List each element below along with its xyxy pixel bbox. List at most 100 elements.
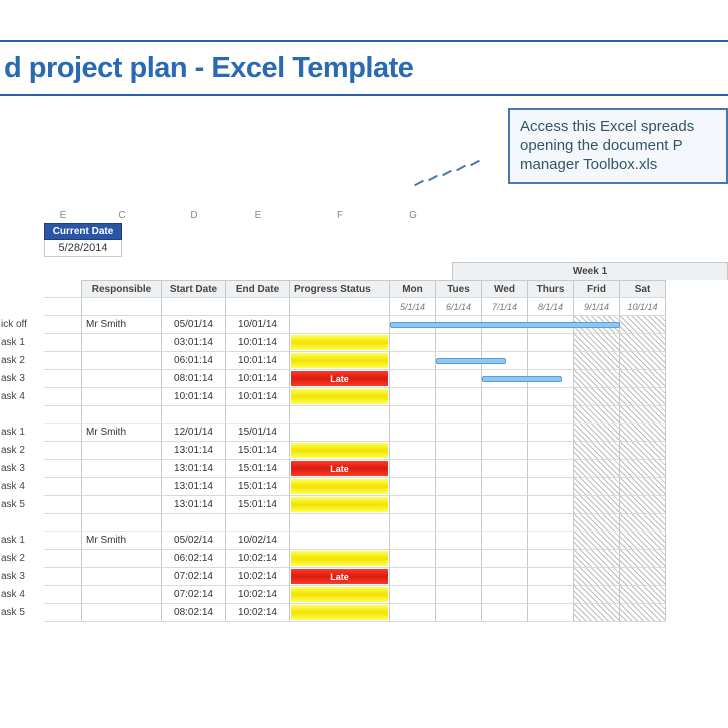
calendar-cell[interactable]: [620, 604, 666, 622]
calendar-cell[interactable]: [528, 334, 574, 352]
calendar-cell[interactable]: [574, 478, 620, 496]
calendar-cell[interactable]: [482, 550, 528, 568]
table-row[interactable]: 10:01:1410:01:14: [44, 388, 728, 406]
task-name-cell[interactable]: ask 2: [0, 550, 42, 568]
calendar-cell[interactable]: [390, 352, 436, 370]
progress-cell[interactable]: Late: [290, 370, 390, 388]
calendar-cell[interactable]: [436, 442, 482, 460]
table-row[interactable]: 07:02:1410:02:14: [44, 586, 728, 604]
calendar-cell[interactable]: [620, 316, 666, 334]
table-row[interactable]: 03:01:1410:01:14: [44, 334, 728, 352]
calendar-cell[interactable]: [574, 442, 620, 460]
gantt-bar[interactable]: [482, 376, 562, 382]
calendar-cell[interactable]: [482, 442, 528, 460]
end-date-cell[interactable]: 10:01:14: [226, 352, 290, 370]
start-date-cell[interactable]: 10:01:14: [162, 388, 226, 406]
calendar-cell[interactable]: [436, 568, 482, 586]
calendar-cell[interactable]: [436, 604, 482, 622]
calendar-cell[interactable]: [528, 478, 574, 496]
calendar-cell[interactable]: [390, 550, 436, 568]
start-date-cell[interactable]: 06:02:14: [162, 550, 226, 568]
responsible-cell[interactable]: [82, 586, 162, 604]
calendar-cell[interactable]: [390, 532, 436, 550]
progress-cell[interactable]: [290, 334, 390, 352]
task-name-cell[interactable]: ask 3: [0, 568, 42, 586]
calendar-cell[interactable]: [620, 334, 666, 352]
calendar-cell[interactable]: [390, 424, 436, 442]
progress-cell[interactable]: [290, 550, 390, 568]
calendar-cell[interactable]: [390, 568, 436, 586]
task-name-cell[interactable]: ask 4: [0, 478, 42, 496]
responsible-cell[interactable]: [82, 496, 162, 514]
calendar-cell[interactable]: [574, 550, 620, 568]
calendar-cell[interactable]: [390, 586, 436, 604]
calendar-cell[interactable]: [620, 496, 666, 514]
task-name-cell[interactable]: ick off: [0, 316, 42, 334]
calendar-cell[interactable]: [528, 460, 574, 478]
calendar-cell[interactable]: [390, 370, 436, 388]
start-date-cell[interactable]: 07:02:14: [162, 586, 226, 604]
end-date-cell[interactable]: 10:02:14: [226, 586, 290, 604]
calendar-cell[interactable]: [390, 334, 436, 352]
responsible-cell[interactable]: [82, 604, 162, 622]
calendar-cell[interactable]: [528, 496, 574, 514]
start-date-cell[interactable]: 13:01:14: [162, 478, 226, 496]
calendar-cell[interactable]: [528, 442, 574, 460]
responsible-cell[interactable]: [82, 550, 162, 568]
calendar-cell[interactable]: [436, 460, 482, 478]
calendar-cell[interactable]: [436, 550, 482, 568]
table-row[interactable]: Mr Smith12/01/1415/01/14: [44, 424, 728, 442]
responsible-cell[interactable]: [82, 442, 162, 460]
start-date-cell[interactable]: 03:01:14: [162, 334, 226, 352]
start-date-cell[interactable]: 08:01:14: [162, 370, 226, 388]
calendar-cell[interactable]: [390, 442, 436, 460]
responsible-cell[interactable]: [82, 370, 162, 388]
responsible-cell[interactable]: Mr Smith: [82, 316, 162, 334]
calendar-cell[interactable]: [436, 334, 482, 352]
progress-cell[interactable]: [290, 388, 390, 406]
start-date-cell[interactable]: 06:01:14: [162, 352, 226, 370]
calendar-cell[interactable]: [620, 424, 666, 442]
calendar-cell[interactable]: [436, 532, 482, 550]
table-row[interactable]: 07:02:1410:02:14Late: [44, 568, 728, 586]
calendar-cell[interactable]: [620, 550, 666, 568]
calendar-cell[interactable]: [574, 370, 620, 388]
task-name-cell[interactable]: ask 3: [0, 370, 42, 388]
calendar-cell[interactable]: [574, 532, 620, 550]
progress-cell[interactable]: [290, 424, 390, 442]
calendar-cell[interactable]: [390, 388, 436, 406]
col-header-progress[interactable]: Progress Status: [290, 280, 390, 298]
calendar-cell[interactable]: [390, 460, 436, 478]
progress-cell[interactable]: [290, 352, 390, 370]
end-date-cell[interactable]: 15/01/14: [226, 424, 290, 442]
calendar-cell[interactable]: [620, 568, 666, 586]
end-date-cell[interactable]: 10:01:14: [226, 370, 290, 388]
progress-cell[interactable]: [290, 532, 390, 550]
task-name-cell[interactable]: ask 1: [0, 424, 42, 442]
gantt-bar[interactable]: [390, 322, 620, 328]
calendar-cell[interactable]: [574, 388, 620, 406]
end-date-cell[interactable]: 10:02:14: [226, 568, 290, 586]
task-name-cell[interactable]: ask 1: [0, 334, 42, 352]
calendar-cell[interactable]: [482, 586, 528, 604]
start-date-cell[interactable]: 12/01/14: [162, 424, 226, 442]
calendar-cell[interactable]: [528, 532, 574, 550]
responsible-cell[interactable]: [82, 352, 162, 370]
task-name-cell[interactable]: ask 1: [0, 532, 42, 550]
calendar-cell[interactable]: [574, 334, 620, 352]
progress-cell[interactable]: Late: [290, 460, 390, 478]
progress-cell[interactable]: [290, 316, 390, 334]
end-date-cell[interactable]: 10:01:14: [226, 334, 290, 352]
task-name-cell[interactable]: ask 2: [0, 352, 42, 370]
calendar-cell[interactable]: [528, 586, 574, 604]
calendar-cell[interactable]: [620, 478, 666, 496]
calendar-cell[interactable]: [482, 388, 528, 406]
col-header-responsible[interactable]: Responsible: [82, 280, 162, 298]
calendar-cell[interactable]: [482, 460, 528, 478]
table-row[interactable]: 13:01:1415:01:14Late: [44, 460, 728, 478]
calendar-cell[interactable]: [436, 370, 482, 388]
gantt-bar[interactable]: [436, 358, 506, 364]
calendar-cell[interactable]: [620, 388, 666, 406]
end-date-cell[interactable]: 10:02:14: [226, 604, 290, 622]
calendar-cell[interactable]: [436, 586, 482, 604]
